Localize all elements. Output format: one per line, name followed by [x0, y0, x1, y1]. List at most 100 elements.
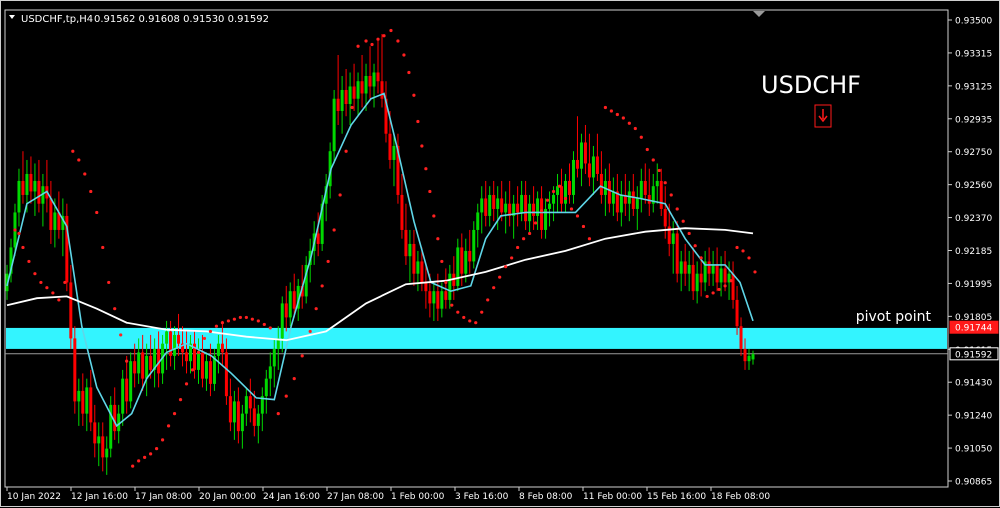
sar-dot [639, 135, 643, 139]
candle-body [607, 180, 611, 204]
candle-body [560, 186, 564, 204]
sar-dot [63, 280, 67, 285]
sar-dot [551, 189, 556, 194]
candle-body [655, 180, 659, 187]
sar-dot [705, 294, 709, 299]
sar-dot [107, 280, 111, 285]
sar-dot [753, 270, 757, 274]
candle-body [400, 194, 404, 230]
candle-body [552, 194, 556, 204]
candle-body [587, 163, 591, 178]
sar-dot [370, 42, 374, 47]
candle-body [149, 355, 153, 370]
candle-body [575, 159, 579, 169]
candle-body [723, 268, 727, 283]
sar-dot [440, 259, 444, 264]
sar-dot [480, 310, 484, 314]
candle-body [743, 348, 747, 362]
y-tick-label: 0.92750 [955, 148, 992, 158]
x-tick-label: 24 Jan 16:00 [263, 492, 320, 502]
candle-body [268, 366, 272, 379]
sar-dot [681, 219, 685, 223]
symbol-dropdown-icon[interactable] [9, 15, 15, 19]
sar-dot [741, 249, 745, 253]
candle-body [500, 198, 504, 213]
sar-dot [609, 109, 613, 113]
candle-body [583, 142, 587, 164]
sar-dot [125, 359, 129, 363]
candle-body [579, 142, 583, 169]
sar-dot [232, 317, 236, 321]
price-chart[interactable]: USDCHF,tp,H4 0.91562 0.91608 0.91530 0.9… [1, 1, 1000, 508]
candle-body [244, 396, 248, 414]
sar-dot [214, 324, 219, 328]
candle-body [567, 180, 571, 195]
sar-dot [208, 329, 213, 334]
sar-dot [154, 447, 159, 451]
sar-dot [527, 231, 532, 236]
candle-body [25, 173, 29, 195]
candle-body [284, 303, 288, 318]
candle-body [695, 273, 699, 292]
sar-dot [376, 37, 380, 41]
candle-body [619, 194, 623, 213]
sar-dot [166, 424, 171, 428]
candle-body [113, 404, 117, 432]
candle-body [536, 198, 540, 216]
candle-body [484, 198, 488, 216]
sar-dot [101, 245, 105, 250]
candle-body [232, 401, 236, 423]
candle-body [679, 261, 683, 274]
chart-shift-marker-icon[interactable] [753, 11, 765, 17]
sar-dot [45, 286, 49, 290]
sar-dot [428, 189, 432, 194]
candle-body [643, 180, 647, 195]
candle-body [564, 180, 568, 204]
candle-body [675, 233, 679, 274]
candle-body [280, 303, 284, 339]
sar-dot [693, 244, 697, 248]
sar-dot [119, 333, 123, 337]
sar-dot [424, 167, 428, 171]
candle-body [93, 422, 97, 444]
candle-body [731, 273, 735, 300]
candle-body [635, 198, 639, 209]
sar-dot [113, 307, 117, 311]
sar-dot [621, 116, 625, 120]
candle-body [101, 436, 105, 458]
sar-dot [89, 189, 93, 194]
sar-dot [338, 193, 342, 197]
candle-body [356, 81, 360, 99]
sar-dot [332, 228, 336, 232]
candle-body [472, 229, 476, 262]
x-tick-label: 12 Jan 16:00 [71, 492, 128, 502]
x-tick-label: 1 Feb 00:00 [391, 492, 445, 502]
sar-dot [33, 272, 37, 276]
candle-body [611, 191, 615, 204]
candle-body [464, 250, 468, 274]
sar-dot [663, 181, 667, 185]
sar-dot [516, 245, 520, 250]
candle-body [436, 291, 440, 309]
y-tick-label: 0.92185 [955, 247, 992, 257]
candle-body [480, 198, 484, 213]
candle-body [488, 194, 492, 216]
y-tick-label: 0.92370 [955, 214, 992, 224]
candle-body [571, 159, 575, 195]
candle-body [372, 72, 376, 87]
candle-body [711, 264, 715, 274]
sar-dot [344, 149, 348, 153]
sar-dot [402, 53, 406, 57]
price-marker-label: 0.91592 [955, 350, 992, 360]
sar-dot [450, 303, 454, 307]
candle-body [133, 361, 137, 374]
sar-dot [492, 286, 496, 290]
candle-body [591, 156, 595, 178]
pivot-zone-band [6, 327, 947, 349]
sar-dot [196, 350, 201, 355]
y-tick-label: 0.91050 [955, 445, 992, 455]
candle-body [185, 352, 189, 362]
candle-body [671, 233, 675, 244]
candle-body [89, 387, 93, 423]
sar-dot [504, 265, 508, 269]
